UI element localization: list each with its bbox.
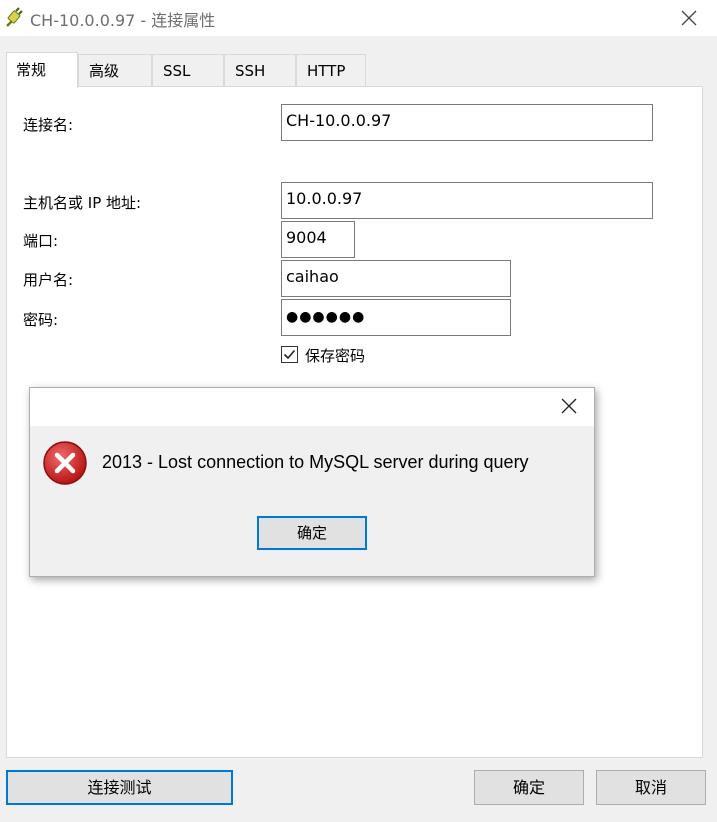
tab-ssh[interactable]: SSH [224, 54, 296, 86]
tab-label: SSH [235, 62, 266, 80]
connection-name-input[interactable]: CH-10.0.0.97 [281, 104, 653, 141]
port-input[interactable]: 9004 [281, 221, 355, 258]
tab-label: SSL [163, 62, 191, 80]
error-icon [43, 441, 87, 485]
test-connection-button[interactable]: 连接测试 [6, 770, 233, 805]
tab-advanced[interactable]: 高级 [78, 54, 152, 86]
tab-general[interactable]: 常规 [6, 52, 78, 88]
ok-button[interactable]: 确定 [474, 770, 584, 805]
host-input[interactable]: 10.0.0.97 [281, 182, 653, 219]
window-titlebar: CH-10.0.0.97 - 连接属性 [0, 0, 717, 36]
username-input[interactable]: caihao [281, 260, 511, 297]
connection-name-label: 连接名: [23, 116, 74, 134]
checkmark-icon [283, 349, 296, 360]
connection-plug-icon [6, 7, 23, 27]
password-label: 密码: [23, 311, 59, 329]
password-input[interactable]: ●●●●●● [281, 299, 511, 336]
host-label: 主机名或 IP 地址: [23, 194, 142, 212]
cancel-button[interactable]: 取消 [596, 770, 706, 805]
close-icon[interactable] [560, 397, 578, 415]
checkbox-box[interactable] [281, 346, 298, 363]
error-dialog-titlebar [30, 388, 594, 426]
error-dialog: 2013 - Lost connection to MySQL server d… [29, 387, 595, 577]
window-title: CH-10.0.0.97 - 连接属性 [30, 11, 216, 30]
port-label: 端口: [23, 232, 59, 250]
error-message: 2013 - Lost connection to MySQL server d… [102, 452, 529, 472]
username-label: 用户名: [23, 271, 74, 289]
tab-ssl[interactable]: SSL [152, 54, 224, 86]
tab-label: HTTP [307, 62, 346, 80]
tab-label: 高级 [89, 62, 120, 80]
tab-label: 常规 [16, 61, 47, 79]
close-icon[interactable] [678, 7, 700, 29]
tab-http[interactable]: HTTP [296, 54, 366, 86]
error-ok-button[interactable]: 确定 [257, 516, 367, 550]
save-password-label: 保存密码 [305, 347, 366, 365]
